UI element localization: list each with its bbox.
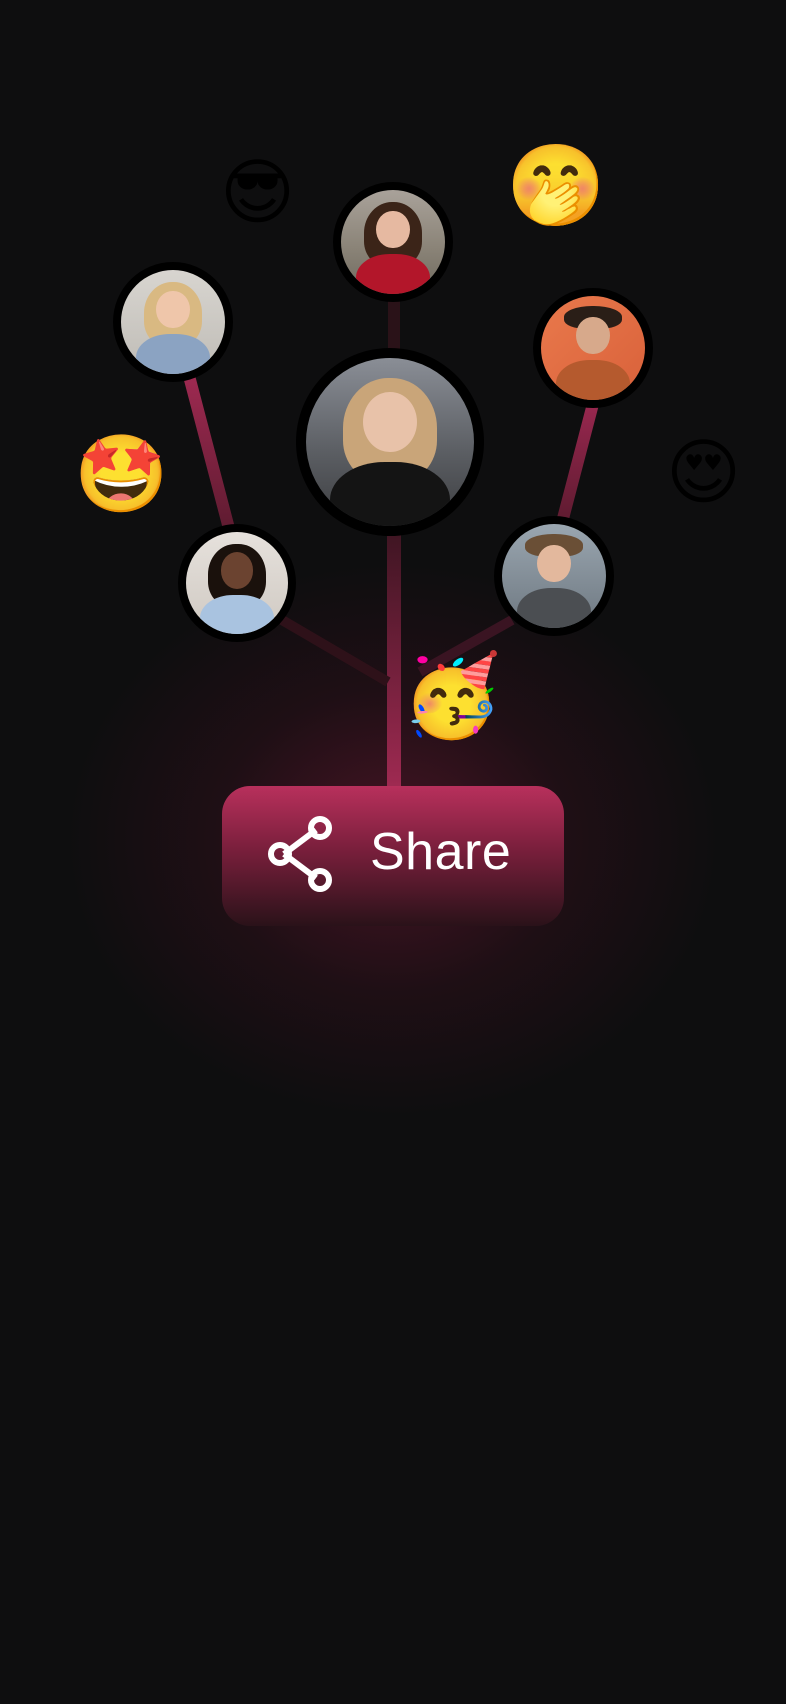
top-avatar[interactable]	[333, 182, 453, 302]
rolling-star-emoji: 🤩	[74, 429, 169, 518]
branch-lower-left	[279, 615, 391, 687]
share-icon	[268, 816, 332, 892]
upper-left-avatar[interactable]	[113, 262, 233, 382]
branch-upper-right	[554, 394, 600, 536]
lower-right-avatar[interactable]	[494, 516, 614, 636]
share-screen: 😎 🤭 🤩 😍 🥳 Share	[0, 0, 786, 1704]
lower-left-avatar[interactable]	[178, 524, 296, 642]
center-avatar[interactable]	[296, 348, 484, 536]
share-button[interactable]: Share	[222, 786, 564, 926]
upper-right-avatar[interactable]	[533, 288, 653, 408]
hand-over-mouth-emoji: 🤭	[506, 139, 606, 232]
sunglasses-emoji: 😎	[220, 150, 296, 234]
heart-eyes-emoji: 😍	[666, 430, 742, 514]
branch-upper-left	[182, 366, 238, 546]
share-label: Share	[370, 823, 512, 881]
trunk-main-branch	[387, 520, 401, 790]
trunk-top-branch	[388, 295, 400, 355]
partying-emoji: 🥳	[402, 649, 502, 742]
